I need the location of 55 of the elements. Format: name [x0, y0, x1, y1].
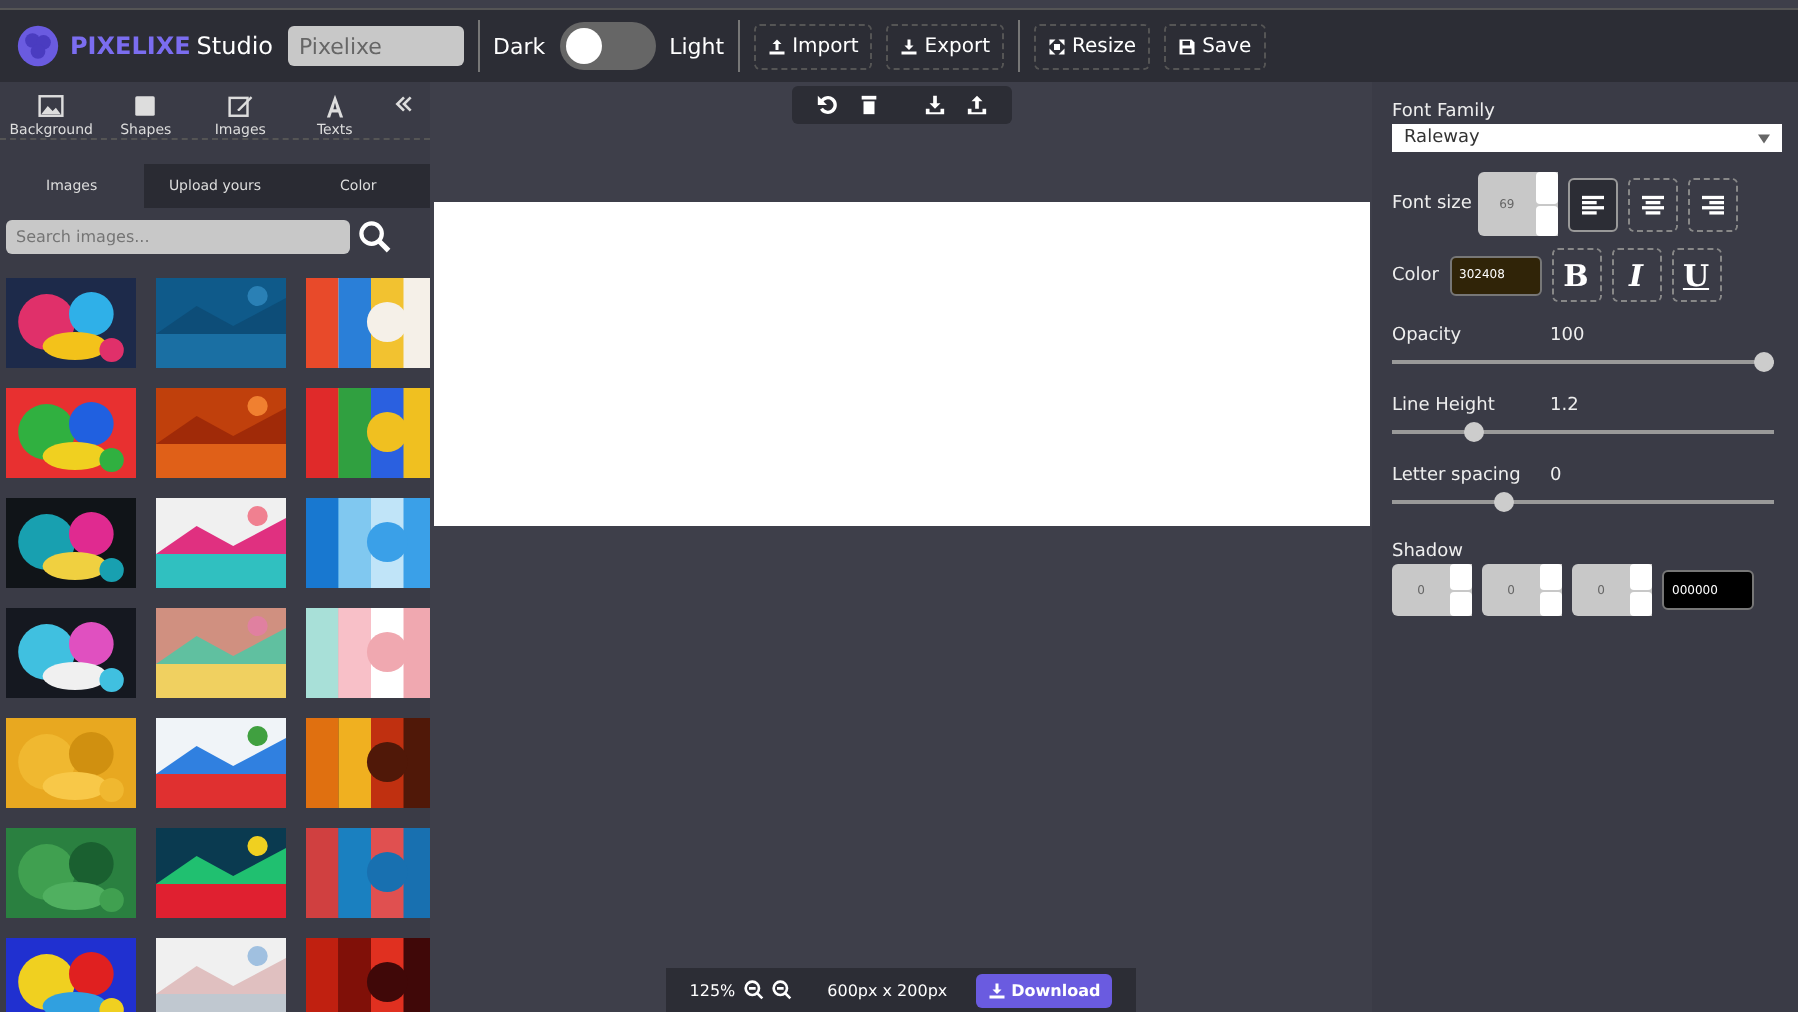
- zoom-level: 125%: [689, 981, 736, 999]
- font-size-label: Font size: [1392, 194, 1472, 214]
- square-icon: [132, 94, 159, 118]
- underline-button[interactable]: U: [1671, 248, 1721, 302]
- align-center-icon: [1639, 193, 1666, 215]
- resize-button[interactable]: Resize: [1034, 23, 1151, 69]
- slider-value: 100: [1550, 326, 1587, 346]
- slider-label: Letter spacing: [1392, 466, 1521, 486]
- font-family-label: Font Family: [1392, 102, 1497, 122]
- download-button[interactable]: Download: [975, 973, 1113, 1007]
- letter-icon: [321, 94, 348, 118]
- export-button[interactable]: Export: [886, 23, 1005, 69]
- slider-label: Opacity: [1392, 326, 1462, 346]
- download-icon: [900, 37, 919, 55]
- trash-icon[interactable]: [857, 94, 879, 116]
- slider-value: 0: [1550, 466, 1564, 486]
- import-button[interactable]: Import: [754, 23, 873, 69]
- upload-icon: [768, 37, 787, 55]
- slider-value: 1.2: [1550, 396, 1581, 416]
- slider-thumb[interactable]: [1493, 492, 1514, 512]
- upload-icon[interactable]: [965, 94, 987, 116]
- save-button[interactable]: Save: [1164, 23, 1266, 69]
- collapse-icon[interactable]: [394, 94, 414, 114]
- slider-thumb[interactable]: [1464, 422, 1485, 442]
- zoom-out-icon[interactable]: [771, 980, 792, 1000]
- edit-icon: [227, 94, 254, 118]
- align-center-button[interactable]: [1627, 177, 1678, 231]
- resize-icon: [1048, 37, 1067, 55]
- light-label: Light: [669, 33, 725, 59]
- align-right-icon: [1699, 193, 1726, 215]
- search-field[interactable]: Search images...: [6, 220, 350, 254]
- brand-name: PIXELIXE: [70, 32, 191, 60]
- dark-label: Dark: [493, 33, 546, 59]
- bold-button[interactable]: B: [1551, 248, 1601, 302]
- undo-icon[interactable]: [815, 94, 837, 116]
- canvas-size: 600px x 200px: [827, 981, 948, 999]
- slider-thumb[interactable]: [1754, 352, 1774, 372]
- download-icon[interactable]: [923, 94, 945, 116]
- logo-icon: [16, 24, 60, 68]
- italic-button[interactable]: I: [1611, 248, 1661, 302]
- zoom-out-icon[interactable]: [743, 980, 764, 1000]
- download-icon: [987, 981, 1006, 999]
- slider-label: Line Height: [1392, 396, 1495, 416]
- font-family-select[interactable]: Raleway: [1392, 124, 1782, 152]
- align-right-button[interactable]: [1687, 177, 1738, 231]
- save-icon: [1178, 37, 1197, 55]
- shadow-label: Shadow: [1392, 542, 1466, 562]
- align-left-button[interactable]: [1567, 177, 1618, 231]
- color-label: Color: [1392, 265, 1439, 285]
- caret-icon: [1758, 133, 1770, 143]
- align-left-icon: [1579, 193, 1606, 215]
- search-icon[interactable]: [358, 220, 392, 254]
- product-name: Studio: [196, 32, 274, 60]
- theme-toggle[interactable]: [559, 22, 656, 70]
- image-icon: [38, 94, 65, 118]
